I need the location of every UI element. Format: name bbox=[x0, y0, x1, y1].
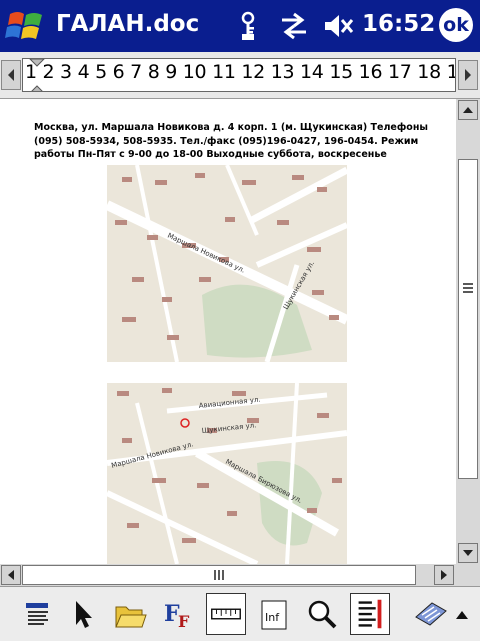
outline-icon[interactable] bbox=[350, 593, 390, 635]
location-map-2: Авиационная ул. Щукинская ул. Маршала Но… bbox=[107, 383, 347, 564]
open-folder-icon[interactable] bbox=[110, 593, 150, 635]
scrollbar-corner bbox=[456, 564, 480, 586]
ruler-scroll-left-button[interactable] bbox=[1, 60, 21, 90]
horizontal-scroll-thumb[interactable] bbox=[22, 565, 416, 585]
right-arrow-icon bbox=[465, 69, 471, 81]
ruler-strip[interactable]: 1 2 3 4 5 6 7 8 9 10 11 12 13 14 15 16 1… bbox=[22, 58, 456, 92]
indent-marker-icon[interactable] bbox=[27, 59, 47, 92]
ruler-icon[interactable] bbox=[206, 593, 246, 635]
left-arrow-icon bbox=[8, 570, 14, 580]
ruler-numbers: 1 2 3 4 5 6 7 8 9 10 11 12 13 14 15 16 1… bbox=[25, 61, 456, 83]
address-paragraph: Москва, ул. Маршала Новикова д. 4 корп. … bbox=[34, 122, 428, 160]
right-arrow-icon bbox=[441, 570, 447, 580]
down-arrow-icon bbox=[463, 550, 473, 556]
scroll-left-button[interactable] bbox=[1, 565, 21, 585]
document-area[interactable]: Москва, ул. Маршала Новикова д. 4 корп. … bbox=[0, 99, 456, 564]
vertical-scroll-thumb[interactable] bbox=[458, 159, 478, 479]
location-map-1: Маршала Новикова ул. Щукинская ул. bbox=[107, 165, 347, 362]
title-bar: ГАЛАН.doc 16:52 ok bbox=[0, 0, 480, 52]
svg-text:F: F bbox=[178, 612, 190, 631]
scroll-down-button[interactable] bbox=[458, 543, 478, 563]
connectivity-key-icon[interactable] bbox=[236, 10, 268, 42]
keyboard-icon[interactable] bbox=[410, 593, 450, 635]
pointer-icon[interactable] bbox=[62, 593, 102, 635]
grip-icon bbox=[463, 283, 473, 293]
windows-start-icon[interactable] bbox=[4, 6, 50, 46]
document-title: ГАЛАН.doc bbox=[56, 11, 200, 37]
up-arrow-icon bbox=[463, 107, 473, 113]
up-arrow-icon[interactable] bbox=[448, 593, 476, 635]
vertical-scrollbar[interactable] bbox=[456, 99, 480, 564]
zoom-icon[interactable] bbox=[302, 593, 342, 635]
ok-button[interactable]: ok bbox=[439, 8, 473, 42]
grip-icon bbox=[214, 570, 224, 580]
format-font-icon[interactable]: F F bbox=[158, 593, 198, 635]
horizontal-scrollbar[interactable] bbox=[0, 564, 456, 586]
ruler-scroll-right-button[interactable] bbox=[458, 60, 478, 90]
scroll-up-button[interactable] bbox=[458, 100, 478, 120]
scroll-right-button[interactable] bbox=[434, 565, 454, 585]
bottom-toolbar: F F Inf bbox=[0, 586, 480, 641]
sync-arrows-icon[interactable] bbox=[278, 10, 310, 42]
view-menu-icon[interactable] bbox=[18, 593, 58, 635]
ruler: 1 2 3 4 5 6 7 8 9 10 11 12 13 14 15 16 1… bbox=[0, 52, 480, 99]
insert-icon[interactable]: Inf bbox=[254, 593, 294, 635]
clock[interactable]: 16:52 bbox=[362, 11, 435, 37]
svg-text:Inf: Inf bbox=[265, 611, 280, 624]
volume-muted-icon[interactable] bbox=[322, 10, 354, 42]
left-arrow-icon bbox=[8, 69, 14, 81]
